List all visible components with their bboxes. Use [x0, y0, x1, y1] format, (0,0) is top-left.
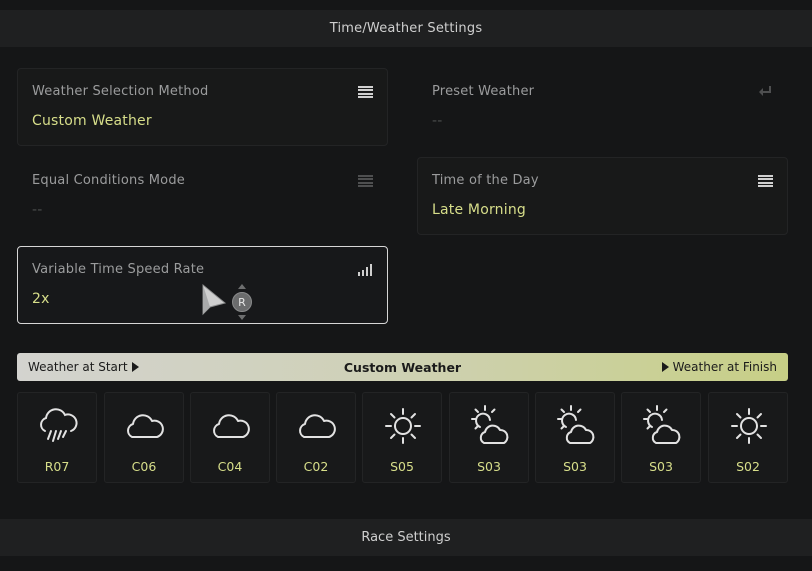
weather-timeline-bar: Weather at Start Custom Weather Weather … — [17, 353, 788, 381]
weather-slot[interactable]: S03 — [621, 392, 701, 483]
weather-code: S05 — [390, 459, 414, 474]
menu-icon — [757, 173, 773, 189]
setting-value: Late Morning — [432, 202, 527, 218]
play-triangle-icon — [661, 362, 669, 372]
weather-slot-list: R07 C06 C04 C02 S05 S03 S03 S03 S02 — [17, 392, 789, 483]
return-icon — [757, 84, 773, 100]
sun-cloud-icon — [643, 405, 681, 444]
setting-label: Variable Time Speed Rate — [32, 262, 205, 277]
weather-slot[interactable]: S05 — [362, 392, 442, 483]
weather-slot[interactable]: C04 — [190, 392, 270, 483]
weather-selection-method-setting[interactable]: Weather Selection Method Custom Weather — [17, 68, 388, 146]
signal-bars-icon — [357, 262, 373, 278]
setting-value: -- — [32, 202, 43, 218]
weather-code: C02 — [303, 459, 329, 474]
setting-value: Custom Weather — [32, 113, 152, 129]
rain-cloud-icon — [40, 408, 78, 442]
menu-icon — [357, 173, 373, 189]
weather-at-start-button[interactable]: Weather at Start — [28, 360, 139, 374]
setting-label: Equal Conditions Mode — [32, 173, 185, 188]
weather-at-finish-button[interactable]: Weather at Finish — [661, 360, 777, 374]
sun-icon — [731, 408, 767, 444]
setting-label: Weather Selection Method — [32, 84, 209, 99]
weather-slot[interactable]: C06 — [104, 392, 184, 483]
sun-cloud-icon — [471, 405, 509, 444]
play-triangle-icon — [131, 362, 139, 372]
cloud-icon — [213, 414, 250, 438]
time-of-day-setting[interactable]: Time of the Day Late Morning — [417, 157, 788, 235]
setting-value: 2x — [32, 291, 50, 307]
setting-value: -- — [432, 113, 443, 129]
r-button[interactable]: R — [232, 292, 252, 312]
weather-code: S03 — [563, 459, 587, 474]
sun-cloud-icon — [557, 405, 595, 444]
page-title-bar: Time/Weather Settings — [0, 10, 812, 47]
decrease-arrow-icon[interactable] — [238, 315, 246, 320]
weather-code: S02 — [736, 459, 760, 474]
cloud-icon — [127, 414, 164, 438]
cloud-icon — [299, 414, 336, 438]
preset-weather-setting[interactable]: Preset Weather -- — [417, 68, 788, 146]
weather-code: S03 — [477, 459, 501, 474]
weather-slot[interactable]: C02 — [276, 392, 356, 483]
race-settings-bar[interactable]: Race Settings — [0, 519, 812, 556]
weather-code: C06 — [131, 459, 157, 474]
weather-code: S03 — [649, 459, 673, 474]
weather-slot[interactable]: S03 — [535, 392, 615, 483]
weather-code: R07 — [44, 459, 70, 474]
weather-slot[interactable]: R07 — [17, 392, 97, 483]
menu-icon — [357, 84, 373, 100]
sun-icon — [385, 408, 421, 444]
weather-code: C04 — [217, 459, 243, 474]
weather-slot[interactable]: S03 — [449, 392, 529, 483]
weather-slot[interactable]: S02 — [708, 392, 788, 483]
setting-label: Preset Weather — [432, 84, 535, 99]
equal-conditions-mode-setting[interactable]: Equal Conditions Mode -- — [17, 157, 388, 235]
setting-label: Time of the Day — [432, 173, 539, 188]
increase-arrow-icon[interactable] — [238, 284, 246, 289]
race-settings-label: Race Settings — [361, 530, 451, 545]
page-title: Time/Weather Settings — [329, 21, 483, 36]
